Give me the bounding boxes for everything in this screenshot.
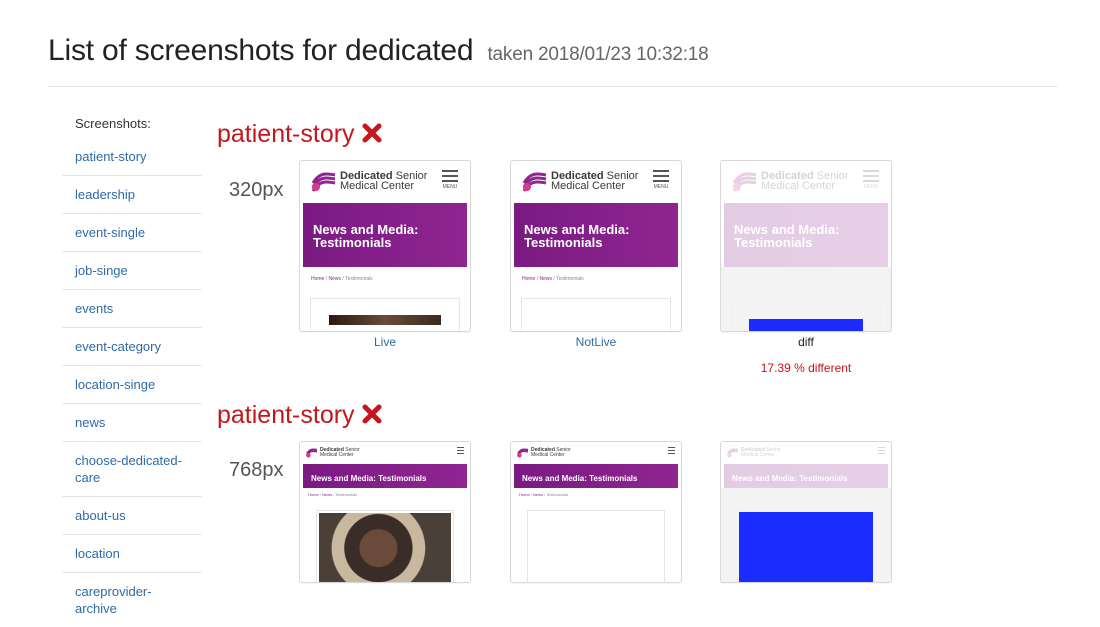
section-title-text: patient-story: [217, 401, 355, 429]
thumb-content-card: [527, 510, 665, 582]
brand-logo-icon: [522, 172, 547, 192]
thumb-content-card: [310, 298, 460, 331]
sidebar-title: Screenshots:: [75, 116, 151, 131]
sidebar-item-about-us[interactable]: about-us: [62, 496, 202, 534]
thumb-logo-row: Dedicated SeniorMedical Center: [300, 442, 470, 464]
brand-logo-icon: [311, 172, 336, 192]
x-icon: [361, 403, 383, 432]
page-header: List of screenshots for dedicated taken …: [48, 34, 1058, 87]
brand-name: Dedicated SeniorMedical Center: [531, 447, 571, 458]
hamburger-menu-icon: [668, 447, 675, 456]
section-title: patient-story: [217, 120, 383, 151]
diff-highlight-region: [749, 319, 863, 331]
brand-name: Dedicated SeniorMedical Center: [551, 170, 639, 192]
thumb-logo-row: Dedicated SeniorMedical Center MENU: [511, 161, 681, 201]
thumb-breadcrumb: Home / News / Testimonials: [522, 276, 584, 282]
section-patient-story-320: patient-story: [217, 120, 383, 151]
x-icon: [361, 122, 383, 151]
sidebar-item-careprovider-archive[interactable]: careprovider-archive: [62, 572, 202, 627]
section-title: patient-story: [217, 401, 383, 432]
thumb-breadcrumb: Home / News / Testimonials: [519, 492, 569, 497]
sidebar-item-location[interactable]: location: [62, 534, 202, 572]
diff-highlight-region: [739, 512, 873, 582]
thumb-portrait-photo: [319, 513, 451, 582]
hamburger-menu-icon: MENU: [442, 170, 458, 190]
thumb-banner: News and Media:Testimonials: [514, 203, 678, 267]
live-screenshot-thumbnail[interactable]: Dedicated Senior Medical Center News and …: [299, 441, 471, 583]
page-title: List of screenshots for dedicated taken …: [48, 34, 709, 67]
sidebar-item-choose-dedicated-care[interactable]: choose-dedicated-care: [62, 441, 202, 496]
size-label: 320px: [229, 179, 284, 201]
brand-logo-icon: [306, 448, 318, 458]
thumb-breadcrumb: Home / News / Testimonials: [311, 276, 373, 282]
brand-logo-icon: [517, 448, 529, 458]
page-title-text: List of screenshots for dedicated: [48, 34, 474, 67]
sidebar: Screenshots: patient-story leadership ev…: [62, 104, 202, 627]
diff-screenshot-thumbnail[interactable]: Dedicated SeniorMedical Center MENU News…: [720, 160, 892, 332]
percent-different: 17.39 % different: [760, 361, 852, 375]
sidebar-item-events[interactable]: events: [62, 289, 202, 327]
thumb-logo-row: Dedicated SeniorMedical Center MENU: [300, 161, 470, 201]
taken-timestamp: taken 2018/01/23 10:32:18: [487, 44, 709, 65]
thumb-banner: News and Media: Testimonials: [303, 464, 467, 488]
section-title-text: patient-story: [217, 120, 355, 148]
thumb-banner: News and Media:Testimonials: [303, 203, 467, 267]
thumb-banner: News and Media: Testimonials: [514, 464, 678, 488]
sidebar-item-patient-story[interactable]: patient-story: [62, 142, 202, 175]
brand-name: Dedicated SeniorMedical Center: [320, 447, 360, 458]
notlive-link[interactable]: NotLive: [510, 335, 682, 349]
live-screenshot-thumbnail[interactable]: Dedicated Senior Medical Center MENU News…: [299, 160, 471, 332]
sidebar-item-leadership[interactable]: leadership: [62, 175, 202, 213]
hamburger-menu-icon: MENU: [653, 170, 669, 190]
sidebar-item-event-category[interactable]: event-category: [62, 327, 202, 365]
sidebar-item-event-single[interactable]: event-single: [62, 213, 202, 251]
section-patient-story-768: patient-story: [217, 401, 383, 432]
sidebar-item-job-singe[interactable]: job-singe: [62, 251, 202, 289]
thumb-breadcrumb: Home / News / Testimonials: [308, 492, 358, 497]
sidebar-item-location-singe[interactable]: location-singe: [62, 365, 202, 403]
size-label: 768px: [229, 459, 284, 481]
thumb-photo: [329, 315, 441, 325]
thumb-logo-row: Dedicated SeniorMedical Center: [511, 442, 681, 464]
hamburger-menu-icon: [457, 447, 464, 456]
diff-label: diff: [798, 335, 814, 349]
brand-name: Dedicated SeniorMedical Center: [340, 170, 428, 192]
sidebar-item-news[interactable]: news: [62, 403, 202, 441]
thumb-content-card: [316, 510, 454, 582]
diff-screenshot-thumbnail[interactable]: Dedicated SeniorMedical Center News and …: [720, 441, 892, 583]
notlive-screenshot-thumbnail[interactable]: Dedicated Senior Medical Center News and …: [510, 441, 682, 583]
thumb-content-card: [521, 298, 671, 331]
live-link[interactable]: Live: [299, 335, 471, 349]
notlive-screenshot-thumbnail[interactable]: Dedicated Senior Medical Center MENU News…: [510, 160, 682, 332]
